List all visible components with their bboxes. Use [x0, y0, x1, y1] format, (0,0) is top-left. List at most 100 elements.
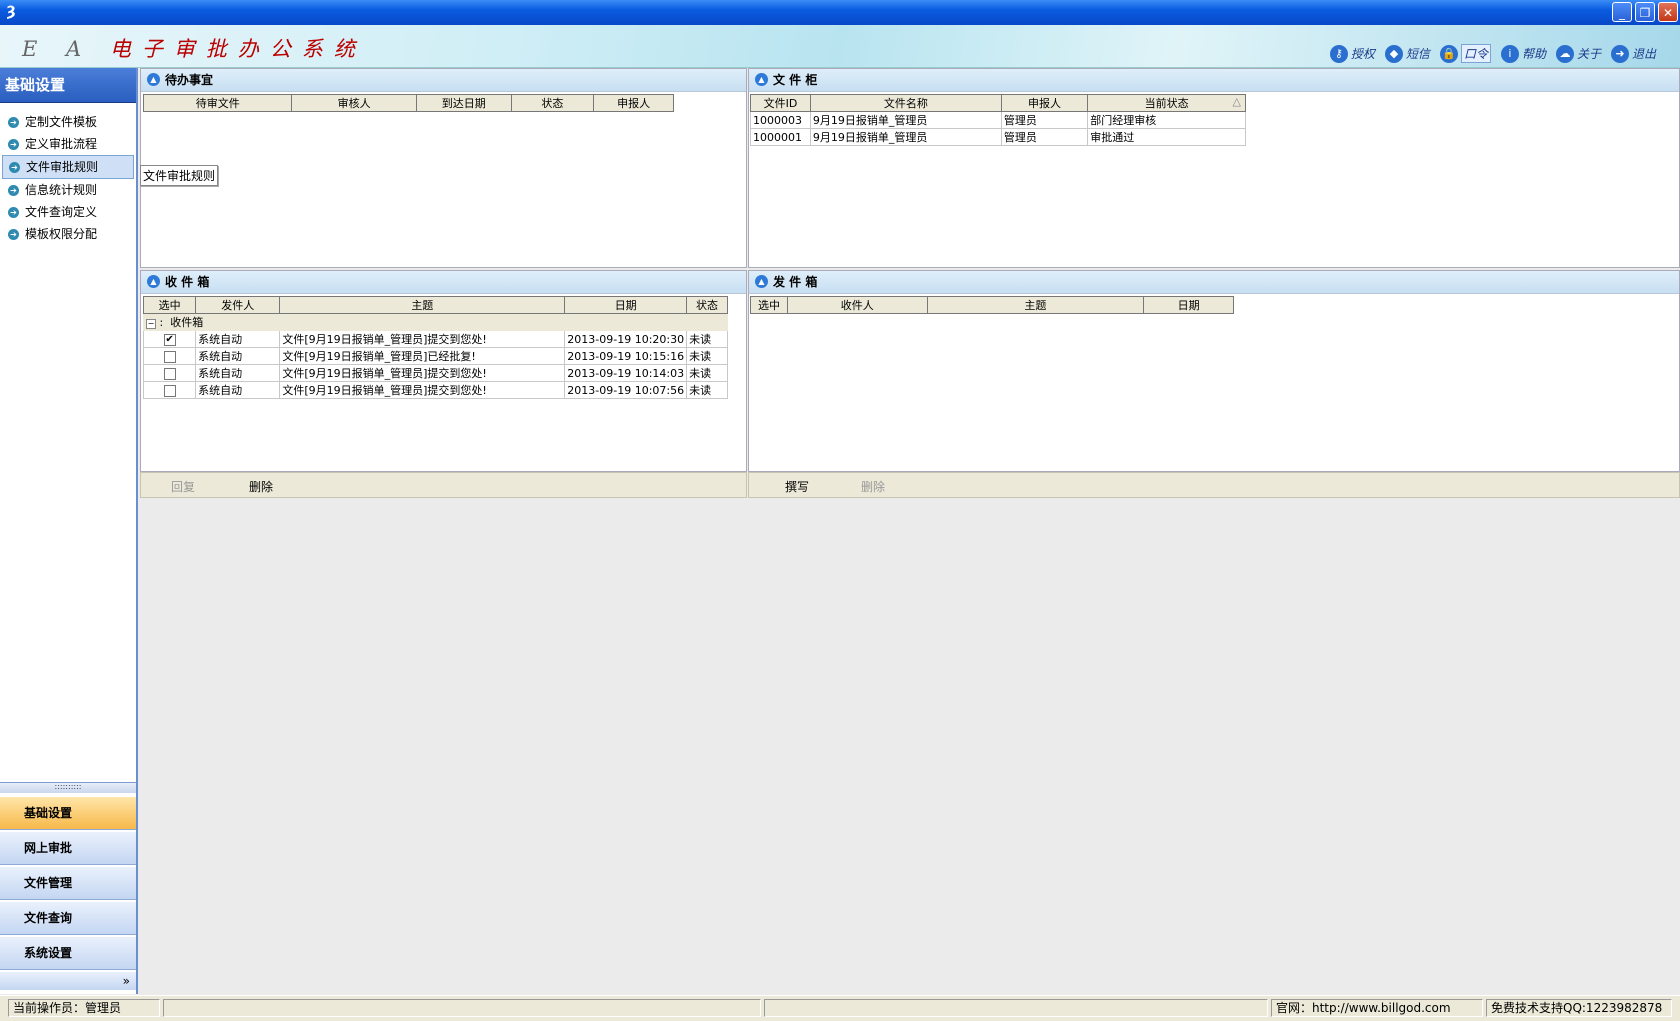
sidebar-item-query[interactable]: ➔ 文件查询定义	[2, 201, 134, 223]
sidebar-item-template[interactable]: ➔ 定制文件模板	[2, 111, 134, 133]
sidebar: 基础设置 ➔ 定制文件模板 ➔ 定义审批流程 ➔ 文件审批规则 ➔ 信息统计规则 ➔ 文件…	[0, 68, 138, 994]
column-header[interactable]: 申报人	[1000, 94, 1089, 112]
column-header[interactable]: 审核人	[291, 94, 417, 112]
app-banner: E A 电子审批办公系统 ⚷ 授权 ◆ 短信 🔒 口令 i 帮助 ☁ 关于 ➜ 退出	[0, 25, 1680, 68]
status-support: 免费技术支持QQ:1223982878	[1486, 999, 1672, 1017]
sidebar-item-permissions[interactable]: ➔ 模板权限分配	[2, 223, 134, 245]
column-header[interactable]: 收件人	[786, 296, 928, 314]
column-header[interactable]: 申报人	[593, 94, 674, 112]
todo-table: 待审文件 审核人 到达日期 状态 申报人	[142, 94, 674, 112]
inbox-header: ▲ 收 件 箱	[141, 271, 746, 294]
table-row[interactable]: 系统自动 文件[9月19日报销单_管理员]提交到您处! 2013-09-19 1…	[142, 381, 728, 399]
table-row[interactable]: 系统自动 文件[9月19日报销单_管理员]已经批复! 2013-09-19 10…	[142, 347, 728, 365]
column-header[interactable]: 日期	[564, 296, 688, 314]
sort-asc-icon: △	[1232, 95, 1241, 108]
select-checkbox[interactable]: ✔	[163, 333, 176, 346]
minimize-button[interactable]: _	[1612, 2, 1632, 22]
lock-icon: 🔒	[1439, 44, 1458, 63]
status-cell-empty	[764, 999, 1268, 1017]
column-header[interactable]: 到达日期	[415, 94, 512, 112]
todo-header: ▲ 待办事宜	[141, 69, 746, 92]
status-operator: 当前操作员：管理员	[8, 999, 160, 1017]
column-header[interactable]: 日期	[1143, 296, 1234, 314]
inbox-panel: ▲ 收 件 箱 选中 发件人 主题 日期 状态 − : 收件箱 ✔ 系统自动 文件…	[140, 270, 747, 472]
outbox-action-bar: 撰写 删除	[748, 472, 1680, 498]
table-row[interactable]: ✔ 系统自动 文件[9月19日报销单_管理员]提交到您处! 2013-09-19…	[142, 330, 728, 348]
sidebar-title: 基础设置	[0, 68, 136, 103]
window-titlebar[interactable]: Ȝ _ ❐ ✕	[0, 0, 1680, 25]
outbox-panel: ▲ 发 件 箱 选中 收件人 主题 日期	[748, 270, 1680, 472]
info-icon: i	[1500, 44, 1519, 63]
bullet-arrow-icon: ➔	[8, 138, 19, 150]
nav-authorize[interactable]: ⚷ 授权	[1329, 44, 1375, 63]
column-header[interactable]: 状态	[686, 296, 728, 314]
inbox-table: 选中 发件人 主题 日期 状态 − : 收件箱 ✔ 系统自动 文件[9月19日报…	[142, 296, 728, 399]
table-row[interactable]: 系统自动 文件[9月19日报销单_管理员]提交到您处! 2013-09-19 1…	[142, 364, 728, 382]
nav-sms[interactable]: ◆ 短信	[1384, 44, 1430, 63]
sidebar-list: ➔ 定制文件模板 ➔ 定义审批流程 ➔ 文件审批规则 ➔ 信息统计规则 ➔ 文件查询定义 …	[0, 103, 136, 245]
top-nav: ⚷ 授权 ◆ 短信 🔒 口令 i 帮助 ☁ 关于 ➜ 退出	[1329, 44, 1656, 63]
cabinet-panel: ▲ 文 件 柜 文件ID 文件名称 申报人 当前状态 △ 1000003 9月19日…	[748, 68, 1680, 268]
group-file-query[interactable]: 文件查询	[0, 901, 136, 935]
sidebar-item-flow[interactable]: ➔ 定义审批流程	[2, 133, 134, 155]
nav-exit[interactable]: ➜ 退出	[1610, 44, 1656, 63]
group-basic-settings[interactable]: 基础设置	[0, 796, 136, 830]
collapse-arrow-icon[interactable]: ▲	[147, 73, 160, 86]
group-online-approval[interactable]: 网上审批	[0, 831, 136, 865]
select-checkbox[interactable]	[163, 367, 176, 380]
column-header[interactable]: 发件人	[195, 296, 281, 314]
exit-icon: ➜	[1610, 44, 1629, 63]
sidebar-splitter[interactable]: ::::::::::	[0, 782, 136, 793]
group-row[interactable]: − : 收件箱	[143, 313, 728, 331]
nav-about[interactable]: ☁ 关于	[1555, 44, 1601, 63]
select-checkbox[interactable]	[163, 350, 176, 363]
table-row[interactable]: 1000003 9月19日报销单_管理员 管理员 部门经理审核	[750, 111, 1246, 129]
collapse-arrow-icon[interactable]: ▲	[147, 275, 160, 288]
close-button[interactable]: ✕	[1658, 2, 1678, 22]
bullet-arrow-icon: ➔	[8, 206, 19, 218]
outbox-delete-button[interactable]: 删除	[861, 478, 885, 495]
bullet-arrow-icon: ➔	[8, 228, 19, 240]
column-header[interactable]: 待审文件	[142, 94, 293, 112]
bullet-arrow-icon: ➔	[8, 116, 19, 128]
status-cell-empty	[163, 999, 761, 1017]
sidebar-more-button[interactable]: »	[0, 972, 136, 990]
select-checkbox[interactable]	[163, 384, 176, 397]
inbox-action-bar: 回复 删除	[140, 472, 747, 498]
restore-button[interactable]: ❐	[1635, 2, 1655, 22]
column-header[interactable]: 当前状态 △	[1087, 94, 1246, 112]
outbox-header: ▲ 发 件 箱	[749, 271, 1679, 294]
collapse-arrow-icon[interactable]: ▲	[755, 275, 768, 288]
column-header[interactable]: 主题	[279, 296, 566, 314]
sidebar-item-rules[interactable]: ➔ 文件审批规则	[2, 155, 134, 179]
compose-button[interactable]: 撰写	[785, 478, 809, 495]
nav-password[interactable]: 🔒 口令	[1439, 44, 1491, 63]
outbox-table: 选中 收件人 主题 日期	[750, 296, 1234, 314]
reply-button[interactable]: 回复	[171, 478, 195, 495]
tooltip: 文件审批规则	[140, 165, 219, 186]
group-system-settings[interactable]: 系统设置	[0, 936, 136, 970]
delete-button[interactable]: 删除	[249, 478, 273, 495]
column-header[interactable]: 文件ID	[750, 94, 811, 112]
message-icon: ◆	[1384, 44, 1403, 63]
group-file-management[interactable]: 文件管理	[0, 866, 136, 900]
bullet-arrow-icon: ➔	[9, 161, 20, 173]
column-header[interactable]: 文件名称	[809, 94, 1002, 112]
collapse-arrow-icon[interactable]: ▲	[755, 73, 768, 86]
column-header[interactable]: 状态	[510, 94, 595, 112]
collapse-minus-icon[interactable]: −	[146, 319, 156, 329]
column-header[interactable]: 选中	[750, 296, 788, 314]
bullet-arrow-icon: ➔	[8, 184, 19, 196]
column-header[interactable]: 主题	[926, 296, 1145, 314]
about-icon: ☁	[1555, 44, 1574, 63]
sidebar-item-statistics[interactable]: ➔ 信息统计规则	[2, 179, 134, 201]
column-header[interactable]: 选中	[142, 296, 197, 314]
cabinet-header: ▲ 文 件 柜	[749, 69, 1679, 92]
app-logo: E A 电子审批办公系统	[22, 37, 366, 61]
nav-help[interactable]: i 帮助	[1500, 44, 1546, 63]
table-row[interactable]: 1000001 9月19日报销单_管理员 管理员 审批通过	[750, 128, 1246, 146]
status-bar: 当前操作员：管理员 官网：http://www.billgod.com 免费技术…	[0, 995, 1680, 1021]
todo-panel: ▲ 待办事宜 待审文件 审核人 到达日期 状态 申报人	[140, 68, 747, 268]
status-website: 官网：http://www.billgod.com	[1271, 999, 1483, 1017]
key-icon: ⚷	[1329, 44, 1348, 63]
